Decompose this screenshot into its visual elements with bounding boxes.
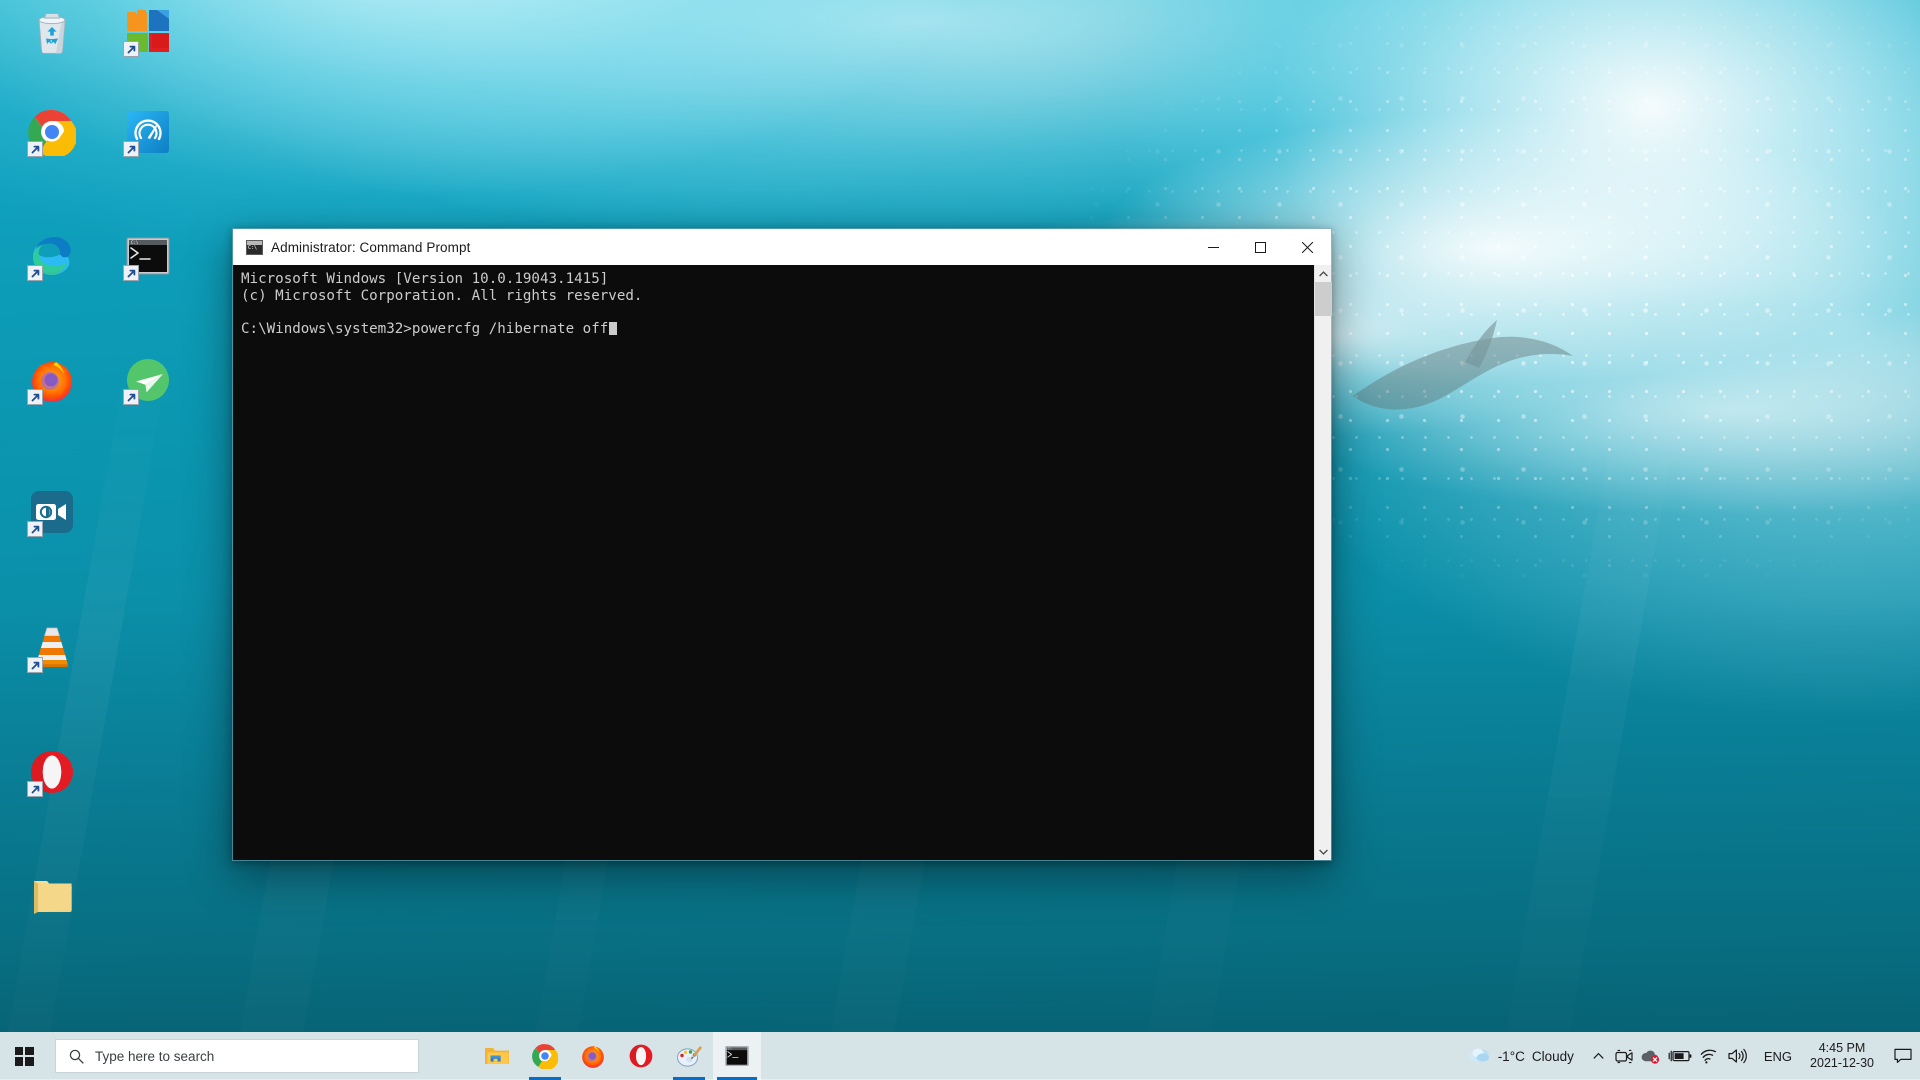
taskbar-app-file-explorer[interactable] — [473, 1032, 521, 1080]
speaker-icon[interactable] — [1722, 1032, 1754, 1080]
desktop-icon-fonepaw-screen[interactable] — [4, 488, 100, 542]
scrollbar-track[interactable] — [1315, 282, 1332, 843]
folder-icon — [28, 872, 76, 920]
clock-time: 4:45 PM — [1818, 1041, 1866, 1055]
google-chrome-icon — [27, 108, 78, 159]
desktop-icon-opera-browser[interactable] — [4, 748, 100, 802]
weather-condition: Cloudy — [1531, 1048, 1574, 1064]
desktop-icon-microsoft-edge[interactable] — [4, 232, 100, 286]
recycle-bin-icon — [28, 8, 76, 56]
windows-logo-icon — [14, 1046, 34, 1066]
taskbar-app-paint[interactable] — [665, 1032, 713, 1080]
command-prompt-icon: C:\ — [123, 232, 172, 281]
clock-date: 2021-12-30 — [1810, 1056, 1874, 1070]
shortcut-overlay-icon — [123, 141, 139, 157]
shortcut-overlay-icon — [27, 265, 43, 281]
start-button[interactable] — [0, 1032, 48, 1080]
fonepaw-screen-recorder-icon — [27, 488, 76, 537]
console-body[interactable]: Microsoft Windows [Version 10.0.19043.14… — [233, 265, 1332, 860]
vlc-media-player-icon — [27, 624, 76, 673]
scroll-down-icon[interactable] — [1315, 843, 1331, 860]
search-placeholder: Type here to search — [95, 1048, 215, 1064]
cloud-icon — [1467, 1045, 1491, 1068]
firefox-icon — [580, 1043, 606, 1069]
desktop[interactable]: C:\ C:\ Administrator: Command Prompt Mi… — [0, 0, 1920, 1080]
desktop-icon-google-chrome[interactable] — [4, 108, 100, 162]
file-explorer-icon — [484, 1043, 510, 1069]
desktop-icon-vlc-media-player[interactable] — [4, 624, 100, 678]
scroll-up-icon[interactable] — [1315, 265, 1331, 282]
taskbar-app-opera-browser[interactable] — [617, 1032, 665, 1080]
console-output[interactable]: Microsoft Windows [Version 10.0.19043.14… — [233, 265, 1314, 860]
clock[interactable]: 4:45 PM 2021-12-30 — [1802, 1032, 1886, 1080]
svg-text:C:\: C:\ — [131, 240, 139, 245]
system-tray: -1°C Cloudy ENG 4:45 PM 2021-12-30 — [1455, 1032, 1920, 1080]
console-line: Microsoft Windows [Version 10.0.19043.14… — [241, 271, 609, 287]
shortcut-overlay-icon — [123, 41, 139, 57]
shortcut-overlay-icon — [123, 265, 139, 281]
maximize-button[interactable] — [1237, 229, 1284, 265]
close-button[interactable] — [1284, 229, 1331, 265]
google-chrome-icon — [532, 1043, 559, 1071]
minimize-button[interactable] — [1190, 229, 1237, 265]
firefox-icon — [27, 356, 76, 405]
desktop-icon-firefox[interactable] — [4, 356, 100, 410]
weather-temperature: -1°C — [1497, 1048, 1525, 1064]
desktop-icon-test[interactable] — [4, 872, 100, 926]
scrollbar-thumb[interactable] — [1315, 282, 1332, 316]
avg-tuneup-icon — [123, 108, 172, 157]
console-line: C:\Windows\system32>powercfg /hibernate … — [241, 321, 1314, 338]
window-title: Administrator: Command Prompt — [271, 239, 471, 255]
taskbar[interactable]: Type here to search C:\ -1°C Cloudy ENG … — [0, 1032, 1920, 1080]
shortcut-overlay-icon — [27, 657, 43, 673]
svg-text:C:\: C:\ — [728, 1048, 733, 1051]
shortcut-overlay-icon — [123, 389, 139, 405]
console-cursor — [609, 321, 618, 335]
notification-icon[interactable] — [1886, 1032, 1920, 1080]
desktop-icon-command-prompt[interactable]: C:\ — [100, 232, 196, 286]
airdroid-icon — [123, 356, 172, 405]
console-scrollbar[interactable] — [1314, 265, 1332, 860]
console-line: (c) Microsoft Corporation. All rights re… — [241, 287, 643, 304]
show-hidden-icons-button[interactable] — [1586, 1032, 1612, 1080]
shortcut-overlay-icon — [27, 141, 43, 157]
language-indicator[interactable]: ENG — [1754, 1032, 1802, 1080]
shortcut-overlay-icon — [27, 781, 43, 797]
command-prompt-icon: C:\ — [724, 1043, 750, 1069]
taskbar-app-command-prompt[interactable]: C:\ — [713, 1032, 761, 1080]
meeting-now-icon[interactable] — [1612, 1032, 1638, 1080]
onedrive-error-icon[interactable] — [1638, 1032, 1664, 1080]
desktop-icon-airdroid[interactable] — [100, 356, 196, 410]
command-prompt-window[interactable]: Administrator: Command Prompt Microsoft … — [232, 228, 1332, 861]
taskbar-app-firefox[interactable] — [569, 1032, 617, 1080]
shortcut-overlay-icon — [27, 521, 43, 537]
weather-widget[interactable]: -1°C Cloudy — [1455, 1032, 1586, 1080]
search-input[interactable]: Type here to search — [55, 1039, 419, 1073]
taskbar-app-google-chrome[interactable] — [521, 1032, 569, 1080]
opera-browser-icon — [628, 1043, 654, 1069]
command-prompt-icon — [246, 239, 263, 255]
wifi-icon[interactable] — [1696, 1032, 1722, 1080]
taskbar-app-list: C:\ — [473, 1032, 761, 1080]
microsoft-edge-icon — [27, 232, 76, 281]
paint-icon — [676, 1043, 702, 1069]
desktop-icon-recycle-bin[interactable] — [4, 8, 100, 62]
avg-internet-security-icon — [123, 8, 172, 57]
search-icon — [69, 1049, 84, 1064]
opera-browser-icon — [27, 748, 76, 797]
window-controls — [1190, 229, 1331, 265]
window-titlebar[interactable]: Administrator: Command Prompt — [233, 229, 1331, 265]
desktop-icon-avg-tuneup[interactable] — [100, 108, 196, 162]
desktop-icon-avg-internet-security[interactable] — [100, 8, 196, 62]
battery-charging-icon[interactable] — [1664, 1032, 1696, 1080]
shortcut-overlay-icon — [27, 389, 43, 405]
